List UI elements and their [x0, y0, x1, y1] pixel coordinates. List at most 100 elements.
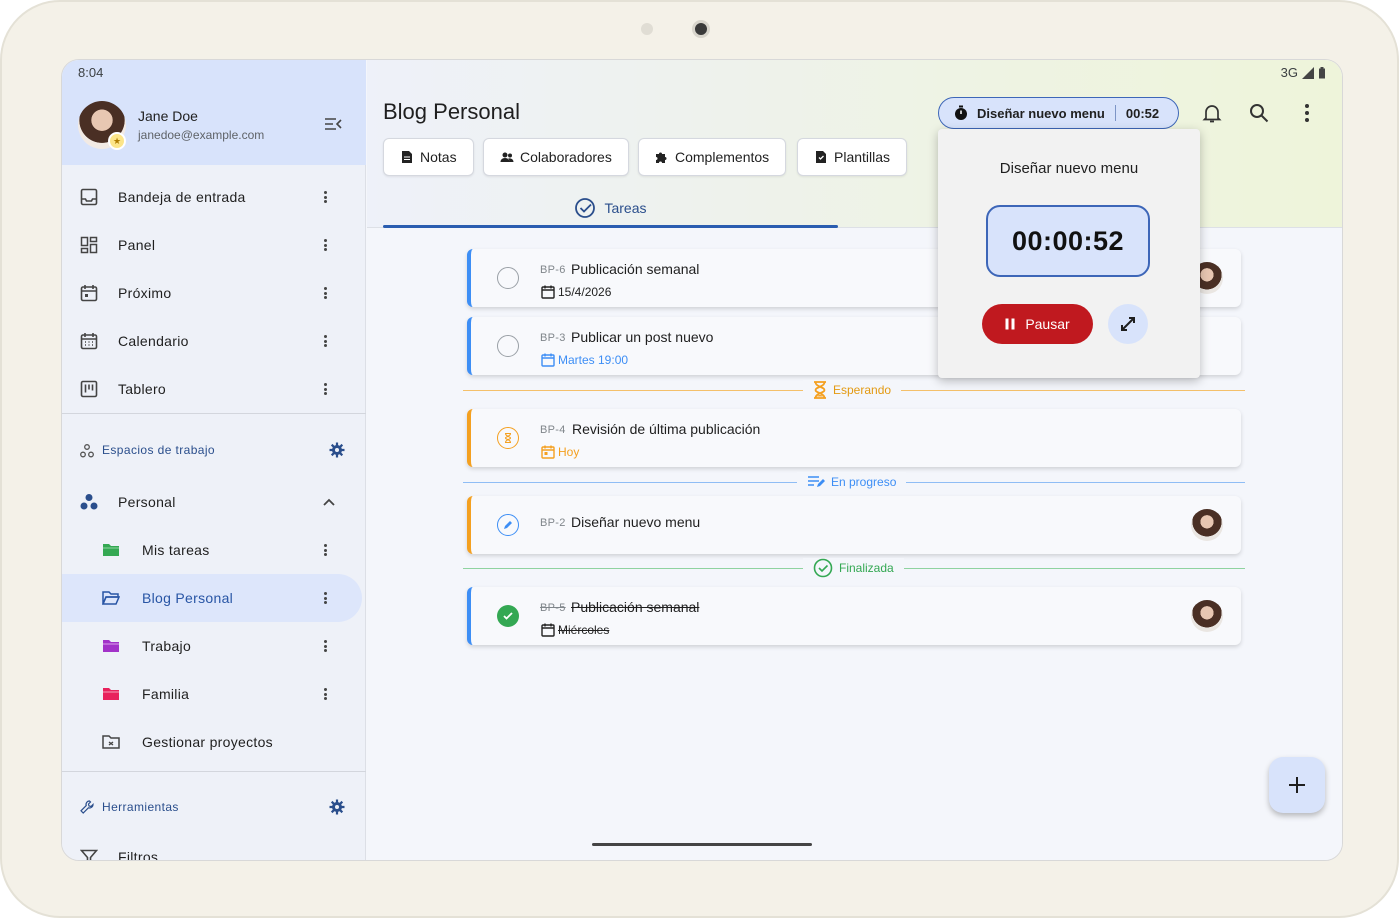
- project-trabajo[interactable]: Trabajo: [62, 622, 366, 670]
- screen: 8:04 ★ Jane Doe janedoe@example.com Band…: [61, 59, 1343, 861]
- calendar-upcoming-icon: [80, 285, 98, 302]
- more-options-icon[interactable]: [320, 686, 330, 702]
- gear-icon[interactable]: [329, 799, 345, 815]
- pause-icon: [1005, 318, 1015, 330]
- sidebar-item-label: Próximo: [118, 285, 172, 301]
- chevron-up-icon[interactable]: [322, 495, 336, 509]
- sidebar-item-filters[interactable]: Filtros: [62, 833, 366, 861]
- sidebar-item-label: Bandeja de entrada: [118, 189, 246, 205]
- status-circle-icon[interactable]: [497, 335, 519, 357]
- sidebar-item-inbox[interactable]: Bandeja de entrada: [62, 173, 366, 221]
- sidebar-item-panel[interactable]: Panel: [62, 221, 366, 269]
- task-date: Hoy: [541, 445, 579, 459]
- tab-tareas[interactable]: Tareas: [383, 188, 838, 228]
- project-label: Familia: [142, 686, 190, 702]
- user-name: Jane Doe: [138, 108, 198, 124]
- done-status-icon[interactable]: [497, 605, 519, 627]
- task-title: Publicar un post nuevo: [571, 329, 714, 345]
- divider: [62, 413, 366, 414]
- chip-colaboradores[interactable]: Colaboradores: [483, 138, 629, 176]
- more-options-icon[interactable]: [320, 333, 330, 349]
- sidebar-item-upcoming[interactable]: Próximo: [62, 269, 366, 317]
- project-blog-personal[interactable]: Blog Personal: [62, 574, 362, 622]
- pause-button[interactable]: Pausar: [982, 304, 1093, 344]
- page-title: Blog Personal: [383, 99, 520, 124]
- project-label: Mis tareas: [142, 542, 210, 558]
- check-circle-icon: [813, 558, 833, 578]
- task-card[interactable]: BP-4 Revisión de última publicación Hoy: [467, 409, 1241, 467]
- more-options-icon[interactable]: [320, 381, 330, 397]
- sidebar-header: 8:04 ★ Jane Doe janedoe@example.com: [62, 60, 366, 165]
- calendar-icon: [541, 353, 555, 367]
- manage-projects-label: Gestionar proyectos: [142, 734, 273, 750]
- battery-icon: [1319, 66, 1325, 78]
- manage-folders-icon: [102, 735, 120, 749]
- sidebar-item-calendar[interactable]: Calendario: [62, 317, 366, 365]
- puzzle-icon: [656, 152, 667, 163]
- more-options-icon[interactable]: [320, 590, 330, 606]
- sidebar-item-board[interactable]: Tablero: [62, 365, 366, 413]
- chip-label: Notas: [420, 149, 457, 165]
- popup-timer-display: 00:00:52: [986, 205, 1150, 277]
- workspace-personal[interactable]: Personal: [62, 478, 366, 526]
- more-options-icon[interactable]: [320, 638, 330, 654]
- main-content: 3G Blog Personal Notas Colaboradores Com…: [367, 60, 1342, 860]
- more-options-icon[interactable]: [320, 237, 330, 253]
- more-options-icon[interactable]: [320, 285, 330, 301]
- task-date: Martes 19:00: [541, 353, 628, 367]
- folder-open-icon: [102, 591, 120, 605]
- edit-list-icon: [808, 476, 825, 487]
- divider: [62, 771, 366, 772]
- template-icon: [816, 151, 826, 163]
- chip-plantillas[interactable]: Plantillas: [797, 138, 908, 176]
- inbox-icon: [80, 188, 98, 206]
- manage-projects[interactable]: Gestionar proyectos: [62, 718, 366, 766]
- tablet-frame: 8:04 ★ Jane Doe janedoe@example.com Band…: [0, 0, 1399, 918]
- group-label-text: Finalizada: [839, 561, 894, 575]
- group-label-done: Finalizada: [803, 558, 904, 578]
- chip-label: Plantillas: [834, 149, 891, 165]
- plus-icon: [1289, 777, 1305, 793]
- task-card[interactable]: BP-5 Publicación semanal Miércoles: [467, 587, 1241, 645]
- expand-button[interactable]: [1108, 304, 1148, 344]
- more-options-icon[interactable]: [320, 542, 330, 558]
- chip-notas[interactable]: Notas: [383, 138, 474, 176]
- task-date: Miércoles: [541, 623, 609, 637]
- waiting-status-icon[interactable]: [497, 427, 519, 449]
- chip-complementos[interactable]: Complementos: [638, 138, 787, 176]
- in-progress-status-icon[interactable]: [497, 514, 519, 536]
- event-repeat-icon: [541, 285, 555, 299]
- collapse-menu-icon[interactable]: [324, 116, 342, 132]
- group-label-text: Esperando: [833, 383, 892, 397]
- task-card[interactable]: BP-2 Diseñar nuevo menu: [467, 496, 1241, 554]
- task-code: BP-3: [540, 332, 566, 344]
- gear-icon[interactable]: [329, 442, 345, 458]
- timer-popup: Diseñar nuevo menu 00:00:52 Pausar: [938, 129, 1200, 378]
- task-code: BP-6: [540, 264, 566, 276]
- sidebar-item-label: Panel: [118, 237, 156, 253]
- filters-label: Filtros: [118, 849, 159, 861]
- camera-lens: [692, 20, 710, 38]
- sidebar-item-label: Tablero: [118, 381, 167, 397]
- premium-badge-icon: ★: [108, 132, 126, 150]
- network-label: 3G: [1280, 65, 1298, 80]
- home-indicator[interactable]: [592, 843, 812, 846]
- search-icon[interactable]: [1248, 102, 1270, 124]
- timer-pill[interactable]: Diseñar nuevo menu 00:52: [938, 97, 1179, 129]
- more-options-icon[interactable]: [320, 189, 330, 205]
- status-circle-icon[interactable]: [497, 267, 519, 289]
- task-date: 15/4/2026: [541, 285, 611, 299]
- more-vert-icon[interactable]: [1296, 102, 1318, 124]
- task-title: Publicación semanal: [571, 261, 700, 277]
- task-meta-text: Martes 19:00: [558, 353, 629, 367]
- task-check-icon: [575, 198, 596, 218]
- bell-icon[interactable]: [1201, 102, 1223, 124]
- chip-label: Colaboradores: [520, 149, 612, 165]
- workspace-icon: [80, 494, 98, 510]
- group-label-text: En progreso: [831, 475, 897, 489]
- project-familia[interactable]: Familia: [62, 670, 366, 718]
- board-icon: [80, 380, 98, 398]
- project-mis-tareas[interactable]: Mis tareas: [62, 526, 366, 574]
- task-title: Publicación semanal: [571, 599, 700, 615]
- add-task-button[interactable]: [1269, 757, 1325, 813]
